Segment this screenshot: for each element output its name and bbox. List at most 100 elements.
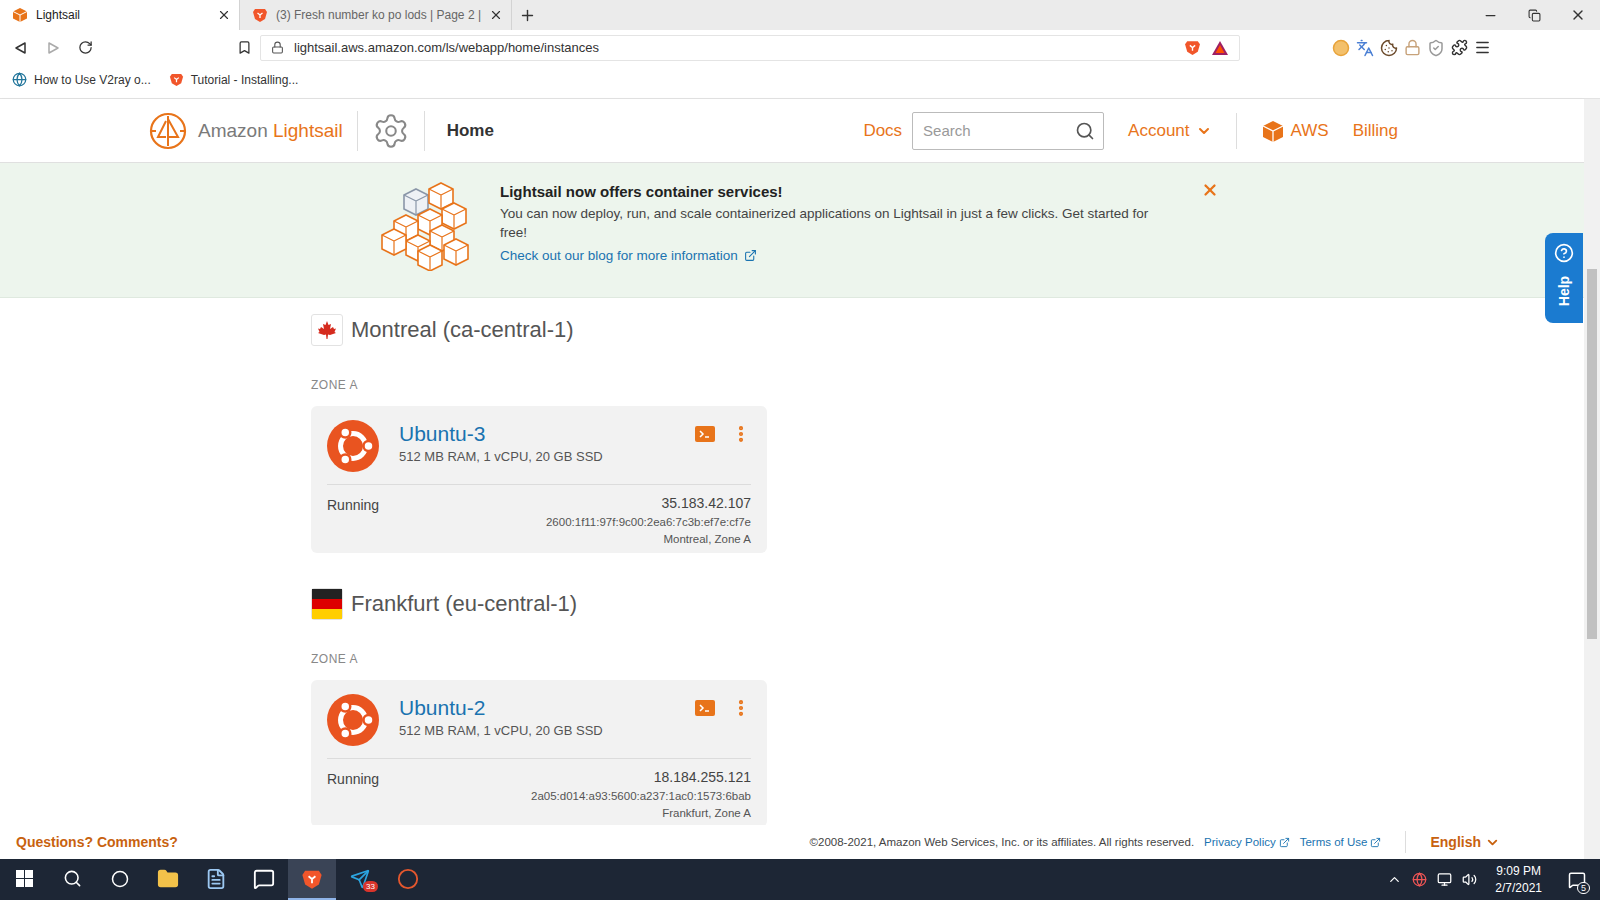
instance-info: Ubuntu-3512 MB RAM, 1 vCPU, 20 GB SSD — [399, 420, 675, 464]
instance-location: Frankfurt, Zone A — [662, 807, 751, 819]
bookmark-icon — [237, 40, 252, 55]
search-button[interactable] — [48, 859, 96, 900]
blocker-icon[interactable] — [1427, 39, 1445, 57]
brand[interactable]: Amazon Lightsail — [148, 111, 343, 151]
extensions-icon[interactable] — [1451, 39, 1468, 56]
back-icon[interactable] — [14, 41, 28, 55]
browser-tab[interactable]: Lightsail — [0, 0, 240, 30]
windows-start-icon[interactable] — [16, 870, 33, 887]
aws-box-icon — [1261, 119, 1285, 143]
network-icon[interactable] — [1437, 872, 1452, 887]
shield-favicon-icon — [169, 72, 184, 87]
address-bar[interactable]: lightsail.aws.amazon.com/ls/webapp/home/… — [260, 35, 1240, 61]
instance-ipv4: 35.183.42.107 — [661, 495, 751, 511]
browser-app-icon[interactable] — [397, 868, 419, 890]
taskbar-app[interactable] — [144, 859, 192, 900]
close-tab-icon[interactable] — [217, 8, 231, 22]
instance-specs: 512 MB RAM, 1 vCPU, 20 GB SSD — [399, 723, 675, 738]
tray-expand-icon[interactable] — [1387, 872, 1402, 887]
bookmark-button[interactable] — [102, 33, 252, 63]
close-window-button[interactable] — [1556, 0, 1600, 30]
search-field[interactable] — [912, 112, 1104, 150]
external-link-icon — [1279, 837, 1290, 848]
search-icon[interactable] — [1075, 121, 1095, 141]
back-button[interactable] — [6, 33, 36, 63]
connect-button[interactable] — [695, 426, 715, 442]
language-select[interactable]: English — [1430, 834, 1500, 850]
tray-app-icon[interactable] — [1412, 872, 1427, 887]
more-menu-icon[interactable] — [731, 424, 751, 444]
help-tab[interactable]: Help — [1545, 233, 1583, 323]
instance-card-header: Ubuntu-2 512 MB RAM, 1 vCPU, 20 GB SSD — [327, 694, 751, 759]
instance-card[interactable]: Ubuntu-3512 MB RAM, 1 vCPU, 20 GB SSDRun… — [311, 406, 767, 553]
footer-link[interactable]: Privacy Policy — [1204, 836, 1290, 848]
terminal-icon — [698, 429, 712, 439]
new-tab-button[interactable] — [512, 0, 542, 30]
scrollbar-thumb[interactable] — [1587, 269, 1597, 639]
taskbar-app[interactable] — [384, 859, 432, 900]
feedback-link[interactable]: Questions? Comments? — [16, 834, 178, 850]
instance-status: Running — [327, 769, 379, 819]
terminal-icon — [698, 703, 712, 713]
browser-tab[interactable]: (3) Fresh number ko po lods | Page 2 | — [240, 0, 512, 30]
taskbar-app[interactable] — [240, 859, 288, 900]
taskbar-app[interactable] — [288, 859, 336, 900]
close-tab-icon[interactable] — [489, 8, 503, 22]
chat-app-icon[interactable] — [253, 868, 275, 890]
banner-body: You can now deploy, run, and scale conta… — [500, 204, 1165, 242]
volume-icon[interactable] — [1462, 872, 1477, 887]
taskbar: 33 9:09 PM2/7/2021 5 — [0, 859, 1600, 900]
brave-rewards-icon[interactable] — [1211, 40, 1229, 56]
reload-button[interactable] — [70, 33, 100, 63]
taskbar-app[interactable] — [192, 859, 240, 900]
screen: Lightsail(3) Fresh number ko po lods | P… — [0, 0, 1600, 900]
cookie-icon[interactable] — [1380, 39, 1398, 57]
chevron-down-icon — [1196, 123, 1212, 139]
instance-name[interactable]: Ubuntu-3 — [399, 422, 675, 446]
aws-link[interactable]: AWS — [1261, 119, 1329, 143]
address-row: lightsail.aws.amazon.com/ls/webapp/home/… — [0, 30, 1600, 65]
more-menu-icon[interactable] — [731, 698, 751, 718]
instance-card-footer: Running18.184.255.1212a05:d014:a93:5600:… — [327, 759, 751, 819]
menu-icon[interactable] — [1474, 39, 1491, 56]
bookmarks-bar: How to Use V2ray o... Tutorial - Installi… — [0, 65, 1600, 99]
lightsail-favicon-icon — [12, 7, 28, 23]
instance-name[interactable]: Ubuntu-2 — [399, 696, 675, 720]
start-button[interactable] — [0, 859, 48, 900]
instance-info: Ubuntu-2 512 MB RAM, 1 vCPU, 20 GB SSD — [399, 694, 675, 738]
file-explorer-icon[interactable] — [157, 868, 179, 890]
extension-icon[interactable] — [1332, 39, 1350, 57]
password-icon[interactable] — [1404, 39, 1421, 56]
notepad-icon[interactable] — [205, 868, 227, 890]
notification-button[interactable]: 5 — [1560, 859, 1594, 900]
minimize-button[interactable] — [1468, 0, 1512, 30]
ubuntu-icon — [327, 420, 379, 472]
banner-close-button[interactable] — [1201, 181, 1219, 199]
instance-card[interactable]: Ubuntu-2 512 MB RAM, 1 vCPU, 20 GB SSD Run… — [311, 680, 767, 825]
clock[interactable]: 9:09 PM2/7/2021 — [1487, 863, 1550, 897]
footer-link[interactable]: Terms of Use — [1300, 836, 1382, 848]
search-input[interactable] — [921, 121, 1069, 140]
forward-icon[interactable] — [46, 41, 60, 55]
translate-icon[interactable] — [1356, 39, 1374, 57]
connect-button[interactable] — [695, 700, 715, 716]
cortana-button[interactable] — [96, 859, 144, 900]
billing-link[interactable]: Billing — [1353, 121, 1398, 141]
header-right: Docs Account AWS Billing — [863, 112, 1398, 150]
docs-link[interactable]: Docs — [863, 121, 902, 141]
restore-button[interactable] — [1512, 0, 1556, 30]
nav-item[interactable]: Home — [447, 121, 494, 141]
account-menu[interactable]: Account — [1128, 121, 1211, 141]
taskbar-app[interactable]: 33 — [336, 859, 384, 900]
instance-actions — [695, 420, 751, 444]
forward-button[interactable] — [38, 33, 68, 63]
page-footer: Questions? Comments? ©2008-2021, Amazon W… — [0, 825, 1584, 859]
instance-actions — [695, 694, 751, 718]
scrollbar[interactable] — [1584, 99, 1600, 859]
copyright: ©2008-2021, Amazon Web Services, Inc. or… — [810, 836, 1195, 848]
settings-gear-icon[interactable] — [372, 112, 410, 150]
bookmark-item[interactable]: How to Use V2ray o... — [12, 72, 151, 87]
banner-link[interactable]: Check out our blog for more information — [500, 248, 1165, 263]
bookmark-item[interactable]: Tutorial - Installing... — [169, 72, 299, 87]
external-link-icon — [744, 249, 757, 262]
